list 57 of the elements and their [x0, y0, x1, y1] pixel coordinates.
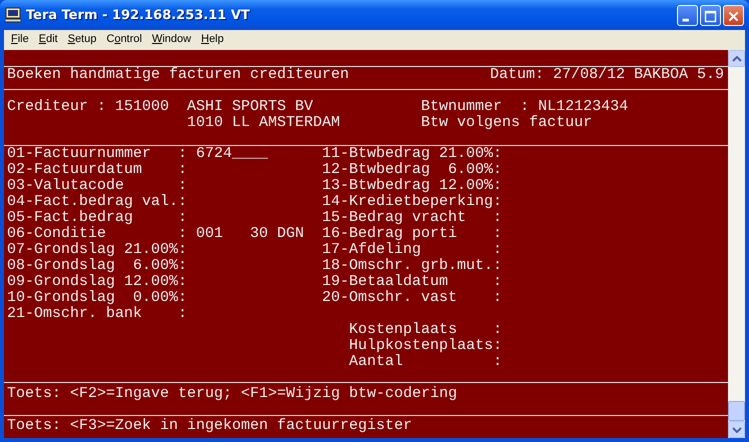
screen-title: Boeken handmatige facturen crediteuren — [7, 67, 350, 83]
field-label: 20-Omschr. vast : — [322, 290, 502, 306]
maximize-button[interactable] — [700, 4, 721, 26]
field-label: 15-Bedrag vracht : — [322, 210, 502, 226]
menu-item[interactable]: Edit — [34, 33, 63, 45]
maximize-icon — [704, 10, 716, 22]
menu-item[interactable]: File — [6, 33, 34, 45]
scroll-up-button[interactable] — [728, 50, 745, 67]
minimize-icon — [682, 18, 689, 21]
window-title: Tera Term - 192.168.253.11 VT — [26, 8, 251, 22]
menu-item[interactable]: Help — [196, 33, 229, 45]
field-label: 07-Grondslag 21.00%: — [7, 242, 188, 258]
field-label: Kostenplaats : — [349, 322, 502, 338]
field-label: 17-Afdeling : — [322, 242, 502, 258]
minimize-button[interactable] — [677, 4, 698, 26]
creditor-address: 1010 LL AMSTERDAM — [187, 115, 342, 131]
field-value[interactable]: 6724____ — [196, 146, 322, 162]
field-label: Aantal : — [349, 354, 502, 370]
chevron-down-icon — [732, 426, 742, 432]
vat-number: NL12123434 — [538, 99, 628, 115]
field-label: 11-Btwbedrag 21.00%: — [322, 146, 502, 162]
close-icon — [728, 10, 739, 22]
vat-label: Btwnummer : — [421, 99, 530, 115]
date-text: Datum: 27/08/12 BAKBOA 5.9 — [490, 67, 724, 83]
creditor-number: 151000 — [115, 99, 170, 115]
field-label: Hulpkostenplaats: — [349, 338, 502, 354]
menu-item[interactable]: Setup — [62, 33, 102, 45]
field-label: 16-Bedrag porti : — [322, 226, 502, 242]
field-label: 01-Factuurnummer : — [7, 146, 188, 162]
field-label: 10-Grondslag 0.00%: — [7, 290, 188, 306]
close-button[interactable] — [723, 4, 744, 26]
menu-item[interactable]: Window — [146, 33, 196, 45]
field-label: 06-Conditie : — [7, 226, 188, 242]
scroll-thumb[interactable] — [728, 401, 745, 421]
field-label: 12-Btwbedrag 6.00%: — [322, 162, 502, 178]
chevron-up-icon — [732, 56, 742, 62]
field-label: 21-Omschr. bank : — [7, 306, 188, 322]
menu-item[interactable]: Control — [101, 33, 147, 45]
vat-note: Btw volgens factuur — [421, 115, 592, 131]
field-label: 04-Fact.bedrag val.: — [7, 194, 188, 210]
key-hint: Toets: <F2>=Ingave terug; <F1>=Wijzig btw-codering — [7, 386, 458, 402]
creditor-label: Crediteur : — [7, 99, 108, 115]
field-label: 18-Omschr. grb.mut.: — [322, 258, 502, 274]
key-hint: Toets: <F3>=Zoek in ingekomen factuurregister — [7, 418, 412, 434]
field-label: 02-Factuurdatum : — [7, 162, 188, 178]
field-label: 08-Grondslag 6.00%: — [7, 258, 188, 274]
scroll-down-button[interactable] — [728, 421, 745, 438]
field-label: 14-Kredietbeperking: — [322, 194, 502, 210]
scrollbar[interactable] — [728, 50, 745, 438]
field-label: 03-Valutacode : — [7, 178, 188, 194]
field-label: 13-Btwbedrag 12.00%: — [322, 178, 502, 194]
field-value[interactable]: 001 30 DGN — [196, 226, 322, 242]
field-label: 09-Grondslag 12.00%: — [7, 274, 188, 290]
field-label: 05-Fact.bedrag : — [7, 210, 188, 226]
field-label: 19-Betaaldatum : — [322, 274, 502, 290]
terminal-icon — [5, 7, 21, 23]
creditor-name: ASHI SPORTS BV — [187, 99, 314, 115]
